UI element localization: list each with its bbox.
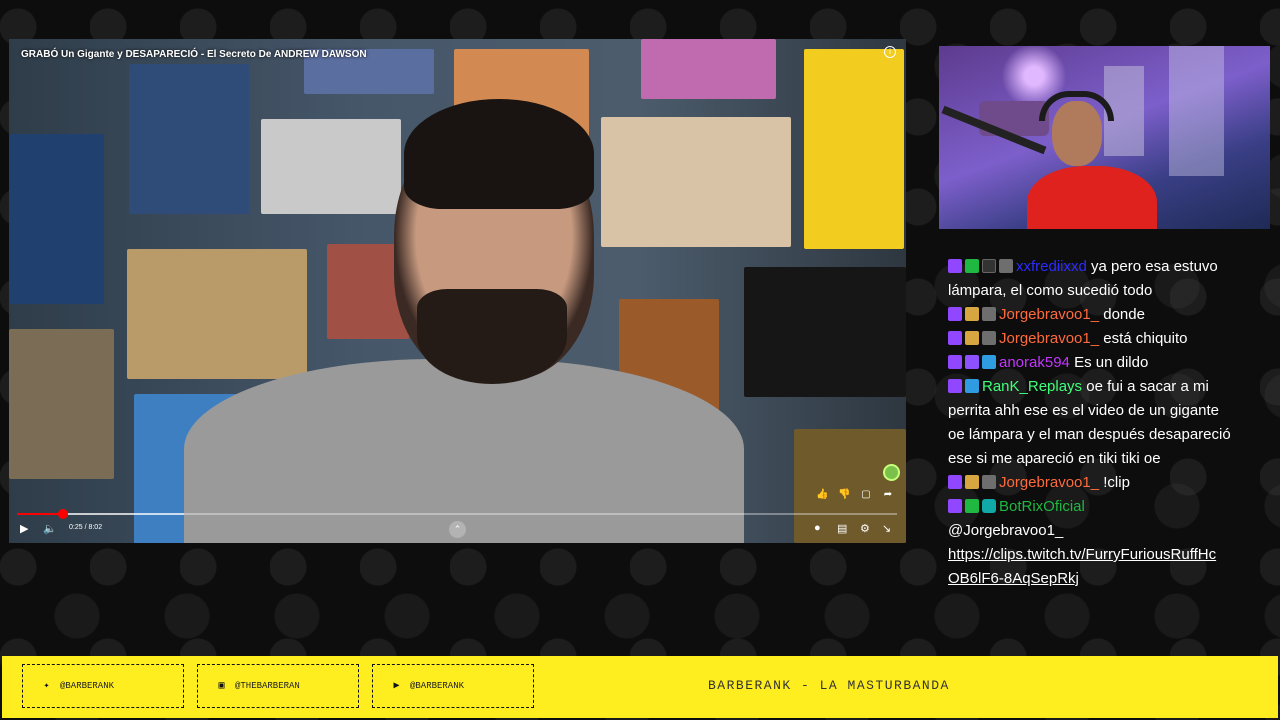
chat-text: está chiquito <box>1103 330 1188 347</box>
bottom-banner: ✦ @BARBERANK ▣ @THEBARBERAN ▶ @BARBERANK… <box>2 656 1278 718</box>
video-title: GRABÓ Un Gigante y DESAPARECIÓ - El Secr… <box>21 49 367 60</box>
like-icon[interactable]: 👍 <box>816 489 828 501</box>
chat-panel: xxfrediixxd ya pero esa estuvo lámpara, … <box>948 255 1238 591</box>
comment-icon[interactable]: ▢ <box>860 489 872 501</box>
presenter-hair <box>404 99 594 209</box>
chat-username[interactable]: BotRixOficial <box>999 498 1085 515</box>
trophy-badge-icon <box>965 475 979 489</box>
social-youtube[interactable]: ▶ @BARBERANK <box>372 664 534 708</box>
sub-badge-icon <box>965 355 979 369</box>
trophy-badge-icon <box>965 307 979 321</box>
social-handle: @THEBARBERAN <box>235 681 300 691</box>
chat-text: Es un dildo <box>1074 354 1149 371</box>
chat-message: Jorgebravoo1_ !clip <box>948 471 1238 495</box>
poster-travis <box>129 64 249 214</box>
bot-badge-icon <box>982 499 996 513</box>
mod-badge-icon <box>982 307 996 321</box>
chat-message: anorak594 Es un dildo <box>948 351 1238 375</box>
dark-badge-icon <box>982 259 996 273</box>
twitch-badge-icon <box>948 355 962 369</box>
settings-icon[interactable]: ⚙ <box>860 522 870 535</box>
social-handle: @BARBERANK <box>410 681 465 691</box>
progress-knob[interactable] <box>57 509 68 519</box>
green-badge-icon <box>965 259 979 273</box>
instagram-icon: ▣ <box>218 680 225 692</box>
twitch-badge-icon <box>948 307 962 321</box>
play-icon[interactable]: ▶ <box>20 522 28 535</box>
dislike-icon[interactable]: 👎 <box>838 489 850 501</box>
chat-username[interactable]: Jorgebravoo1_ <box>999 306 1099 323</box>
twitch-badge-icon <box>948 475 962 489</box>
chat-message: Jorgebravoo1_ está chiquito <box>948 327 1238 351</box>
crown-badge-icon <box>982 355 996 369</box>
poster-skulls <box>261 119 401 214</box>
chat-message: xxfrediixxd ya pero esa estuvo lámpara, … <box>948 255 1238 303</box>
fullscreen-icon[interactable]: ↘ <box>882 522 891 535</box>
twitch-badge-icon <box>948 331 962 345</box>
player-controls: ▶ 🔈 0:25 / 8:02 ⌃ ● ▤ ⚙ ↘ <box>9 519 906 541</box>
poster-top-right <box>641 39 776 99</box>
chat-username[interactable]: anorak594 <box>999 354 1070 371</box>
twitch-badge-icon <box>948 499 962 513</box>
chat-username[interactable]: Jorgebravoo1_ <box>999 330 1099 347</box>
share-icon[interactable]: ➦ <box>882 489 894 501</box>
mod-badge-icon <box>999 259 1013 273</box>
twitter-icon: ✦ <box>43 680 50 692</box>
chevron-up-icon[interactable]: ⌃ <box>449 521 466 538</box>
chat-text: !clip <box>1103 474 1130 491</box>
twitch-badge-icon <box>948 259 962 273</box>
channel-badge-icon[interactable] <box>883 464 900 481</box>
social-twitter[interactable]: ✦ @BARBERANK <box>22 664 184 708</box>
clip-link-continued[interactable]: OB6lF6-8AqSepRkj <box>948 567 1238 591</box>
green-badge-icon <box>965 499 979 513</box>
chat-username[interactable]: RanK_Replays <box>982 378 1082 395</box>
chat-text: donde <box>1103 306 1145 323</box>
chat-message: Jorgebravoo1_ donde <box>948 303 1238 327</box>
progress-bar[interactable] <box>17 509 897 519</box>
mod-badge-icon <box>982 475 996 489</box>
video-player[interactable]: GRABÓ Un Gigante y DESAPARECIÓ - El Secr… <box>9 39 906 543</box>
chat-mention: @Jorgebravoo1_ <box>948 522 1064 539</box>
volume-icon[interactable]: 🔈 <box>43 522 57 535</box>
crown-badge-icon <box>965 379 979 393</box>
streamer-body <box>1027 166 1157 229</box>
cam-door <box>1169 46 1224 176</box>
trophy-badge-icon <box>965 331 979 345</box>
banner-title: BARBERANK - LA MASTURBANDA <box>708 678 950 693</box>
captions-icon[interactable]: ▤ <box>837 522 847 535</box>
youtube-icon: ▶ <box>393 680 400 692</box>
clip-link[interactable]: https://clips.twitch.tv/FurryFuriousRuff… <box>948 543 1238 567</box>
chat-message: BotRixOficial <box>948 495 1238 519</box>
presenter-body <box>184 359 744 543</box>
twitch-badge-icon <box>948 379 962 393</box>
chat-message: RanK_Replays oe fui a sacar a mi perrita… <box>948 375 1238 471</box>
time-display: 0:25 / 8:02 <box>69 524 103 531</box>
social-handle: @BARBERANK <box>60 681 115 691</box>
reaction-row: 👍 👎 ▢ ➦ <box>816 489 894 501</box>
poster-ultra <box>9 329 114 479</box>
autoplay-icon[interactable]: ● <box>814 522 821 534</box>
info-icon[interactable]: i <box>884 46 896 58</box>
poster-despierta <box>744 267 906 397</box>
mod-badge-icon <box>982 331 996 345</box>
poster-brain <box>804 49 904 249</box>
social-instagram[interactable]: ▣ @THEBARBERAN <box>197 664 359 708</box>
poster-yellow-head <box>127 249 307 379</box>
poster-newspaper <box>601 117 791 247</box>
poster-left <box>9 134 104 304</box>
presenter-beard <box>417 289 567 384</box>
chat-username[interactable]: Jorgebravoo1_ <box>999 474 1099 491</box>
progress-fill <box>17 513 63 515</box>
chat-username[interactable]: xxfrediixxd <box>1016 258 1087 275</box>
webcam-feed <box>939 46 1270 229</box>
